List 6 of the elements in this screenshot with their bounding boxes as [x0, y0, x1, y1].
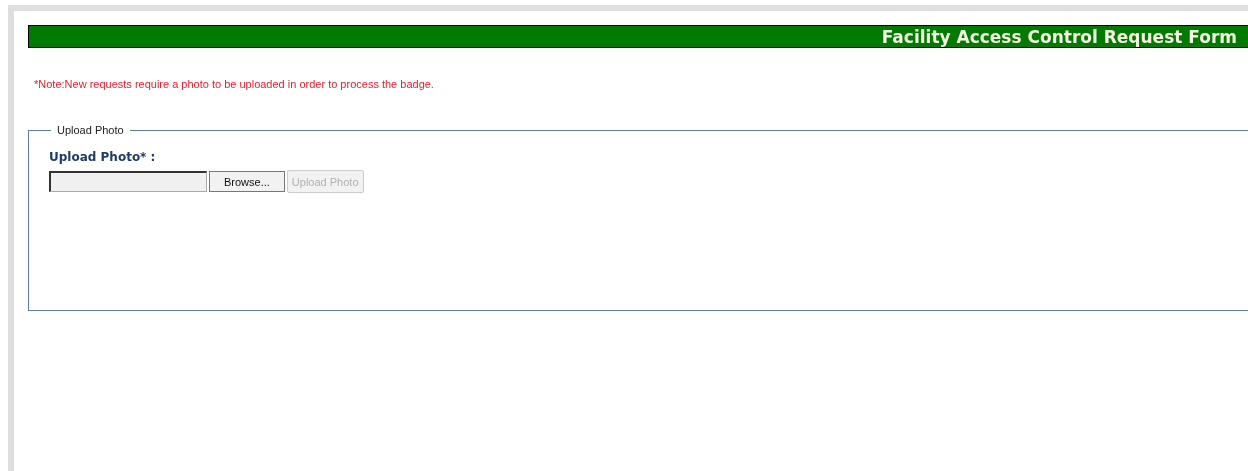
fieldset-legend: Upload Photo: [51, 124, 130, 136]
browse-button[interactable]: Browse...: [209, 171, 285, 192]
field-label: Upload Photo* :: [49, 150, 157, 164]
file-path-field[interactable]: [49, 171, 207, 192]
form-title: Facility Access Control Request Form: [881, 26, 1237, 47]
note-text: *Note:New requests require a photo to be uploaded in order to process the badge.: [34, 78, 435, 90]
